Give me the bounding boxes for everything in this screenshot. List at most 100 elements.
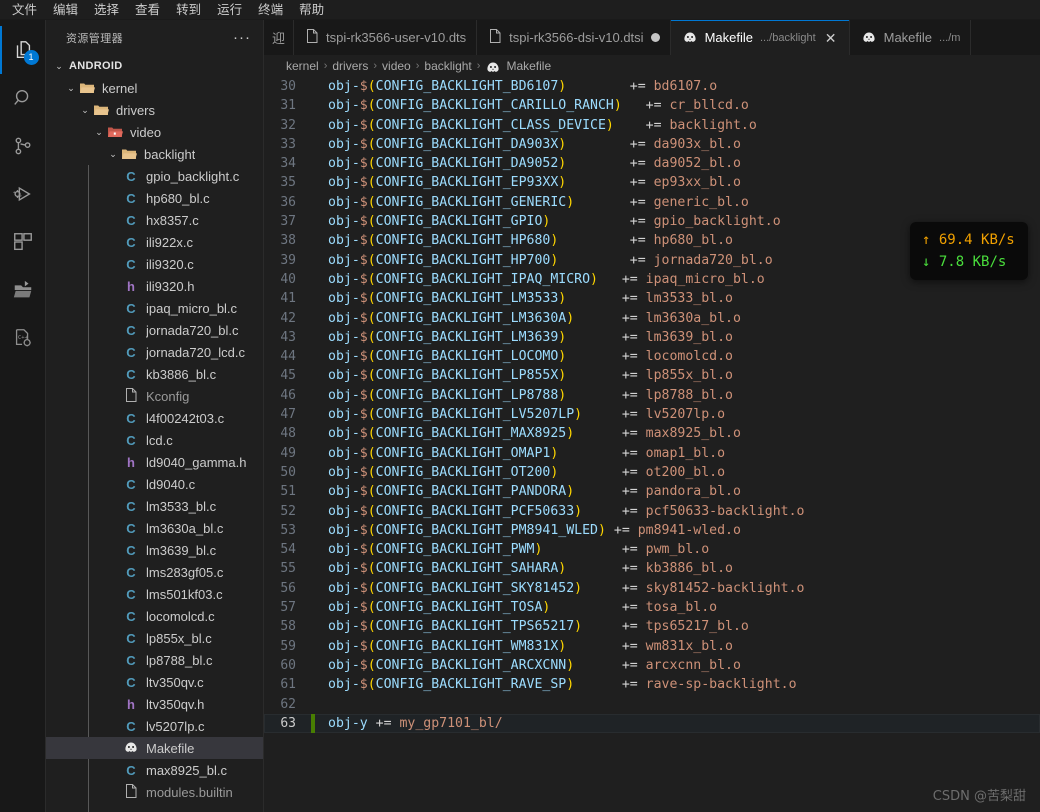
menu-item-2[interactable]: 选择 (86, 0, 127, 20)
menu-item-5[interactable]: 运行 (209, 0, 250, 20)
activitybar-item-source-control[interactable] (0, 122, 46, 170)
code-token: CONFIG_BACKLIGHT_OMAP1 (375, 445, 551, 461)
tree-file-ili922x.c[interactable]: Cili922x.c (46, 231, 263, 253)
breadcrumb-item-kernel[interactable]: kernel (286, 59, 319, 73)
tree-file-kb3886_bl.c[interactable]: Ckb3886_bl.c (46, 363, 263, 385)
tree-file-hp680_bl.c[interactable]: Chp680_bl.c (46, 187, 263, 209)
activitybar-item-explorer[interactable]: 1 (0, 26, 46, 74)
tree-file-l4f00242t03.c[interactable]: Cl4f00242t03.c (46, 407, 263, 429)
menu-item-1[interactable]: 编辑 (45, 0, 86, 20)
tree-file-ld9040_gamma.h[interactable]: h ld9040_gamma.h (46, 451, 263, 473)
tree-file-lms501kf03.c[interactable]: Clms501kf03.c (46, 583, 263, 605)
code-editor[interactable]: 30 obj-$(CONFIG_BACKLIGHT_BD6107) += bd61… (264, 77, 1040, 812)
editor-tab-makefile-backlight[interactable]: Makefile .../backlight ✕ (670, 20, 850, 55)
makefile-icon (485, 59, 501, 74)
breadcrumb-item-Makefile[interactable]: Makefile (506, 59, 551, 73)
tree-file-jornada720_bl.c[interactable]: Cjornada720_bl.c (46, 319, 263, 341)
tree-file-lp855x_bl.c[interactable]: Clp855x_bl.c (46, 627, 263, 649)
menu-item-7[interactable]: 帮助 (291, 0, 332, 20)
breadcrumb-item-backlight[interactable]: backlight (424, 59, 471, 73)
menu-item-3[interactable]: 查看 (127, 0, 168, 20)
code-token: ( (367, 445, 376, 461)
tree-file-lm3639_bl.c[interactable]: Clm3639_bl.c (46, 539, 263, 561)
activitybar-item-run-debug[interactable] (0, 170, 46, 218)
tree-file-ltv350qv.h[interactable]: h ltv350qv.h (46, 693, 263, 715)
code-line-51: 51 obj-$(CONFIG_BACKLIGHT_PANDORA) += pan… (264, 482, 1040, 501)
tree-file-ili9320.h[interactable]: h ili9320.h (46, 275, 263, 297)
editor-tab-tspi-rk3566-user-v10.dts[interactable]: tspi-rk3566-user-v10.dts (294, 20, 478, 55)
explorer-more-actions-button[interactable]: ··· (227, 30, 257, 45)
tree-file-ltv350qv.c[interactable]: Cltv350qv.c (46, 671, 263, 693)
code-token: generic_bl.o (645, 194, 749, 210)
tree-file-lp8788_bl.c[interactable]: Clp8788_bl.c (46, 649, 263, 671)
breadcrumb-item-video[interactable]: video (382, 59, 411, 73)
code-line-text: obj-$(CONFIG_BACKLIGHT_SAHARA) += kb3886… (315, 559, 733, 578)
tree-file-hx8357.c[interactable]: Chx8357.c (46, 209, 263, 231)
activitybar-item-extensions[interactable] (0, 218, 46, 266)
tree-file-label: ili922x.c (146, 234, 193, 250)
tree-file-jornada720_lcd.c[interactable]: Cjornada720_lcd.c (46, 341, 263, 363)
tree-file-lm3630a_bl.c[interactable]: Clm3630a_bl.c (46, 517, 263, 539)
code-token: obj- (328, 542, 360, 558)
menu-item-4[interactable]: 转到 (168, 0, 209, 20)
activitybar-item-remote-explorer[interactable] (0, 266, 46, 314)
tree-file-ld9040.c[interactable]: Cld9040.c (46, 473, 263, 495)
code-line-text: obj-$(CONFIG_BACKLIGHT_MAX8925) += max89… (315, 424, 741, 443)
remote-folder-icon (12, 279, 34, 301)
close-icon[interactable]: ✕ (823, 31, 839, 45)
tree-file-lm3533_bl.c[interactable]: Clm3533_bl.c (46, 495, 263, 517)
code-line-52: 52 obj-$(CONFIG_BACKLIGHT_PCF50633) += pc… (264, 502, 1040, 521)
code-token: kb3886_bl.o (637, 561, 733, 577)
tree-folder-drivers[interactable]: ⌄ drivers (46, 99, 263, 121)
tree-folder-kernel[interactable]: ⌄ kernel (46, 77, 263, 99)
activitybar-item-cpp-config[interactable]: C++ (0, 314, 46, 362)
tree-file-lms283gf05.c[interactable]: Clms283gf05.c (46, 561, 263, 583)
code-token: ( (367, 194, 376, 210)
code-token: obj- (328, 214, 360, 230)
editor-tab-welcome[interactable]: 迎 (264, 20, 294, 55)
tree-file-label: ltv350qv.h (146, 696, 205, 712)
code-token: sky81452-backlight.o (637, 580, 805, 596)
code-line-47: 47 obj-$(CONFIG_BACKLIGHT_LV5207LP) += lv… (264, 405, 1040, 424)
tree-file-Kconfig[interactable]: Kconfig (46, 385, 263, 407)
chevron-down-icon: ⌄ (95, 126, 103, 137)
tree-folder-video[interactable]: ⌄ video (46, 121, 263, 143)
line-number: 42 (280, 310, 296, 326)
tree-folder-backlight[interactable]: ⌄ backlight (46, 143, 263, 165)
c-file-icon: C (126, 256, 136, 272)
tree-file-ili9320.c[interactable]: Cili9320.c (46, 253, 263, 275)
tree-file-modules.builtin[interactable]: modules.builtin (46, 781, 263, 803)
code-line-text: obj-$(CONFIG_BACKLIGHT_LM3639) += lm3639… (315, 328, 733, 347)
tree-file-label: gpio_backlight.c (146, 168, 240, 184)
line-number: 60 (280, 657, 296, 673)
menu-item-0[interactable]: 文件 (4, 0, 45, 20)
unsaved-dot-icon (650, 33, 660, 42)
tree-file-max8925_bl.c[interactable]: Cmax8925_bl.c (46, 759, 263, 781)
activitybar-item-search[interactable] (0, 74, 46, 122)
code-line-30: 30 obj-$(CONFIG_BACKLIGHT_BD6107) += bd61… (264, 77, 1040, 96)
code-token: da903x_bl.o (645, 136, 741, 152)
tree-file-ipaq_micro_bl.c[interactable]: Cipaq_micro_bl.c (46, 297, 263, 319)
line-number: 46 (280, 387, 296, 403)
code-token: obj- (328, 194, 360, 210)
editor-tab-tspi-rk3566-dsi-v10.dtsi[interactable]: tspi-rk3566-dsi-v10.dtsi (477, 20, 671, 55)
editor-tab-makefile-other[interactable]: Makefile .../m (849, 20, 972, 55)
tree-file-locomolcd.c[interactable]: Clocomolcd.c (46, 605, 263, 627)
tree-file-gpio_backlight.c[interactable]: Cgpio_backlight.c (46, 165, 263, 187)
tree-file-Makefile[interactable]: Makefile (46, 737, 263, 759)
code-token: ( (367, 349, 376, 365)
explorer-root-folder-android[interactable]: ⌄ ANDROID (46, 55, 263, 77)
code-line-text: obj-$(CONFIG_BACKLIGHT_PWM) += pwm_bl.o (315, 540, 709, 559)
arrow-up-icon: ↑ (922, 232, 931, 248)
menu-item-6[interactable]: 终端 (250, 0, 291, 20)
tree-file-lv5207lp.c[interactable]: Clv5207lp.c (46, 715, 263, 737)
code-token: CONFIG_BACKLIGHT_OT200 (375, 464, 551, 480)
tree-file-label: hp680_bl.c (146, 190, 210, 206)
code-line-61: 61 obj-$(CONFIG_BACKLIGHT_RAVE_SP) += rav… (264, 675, 1040, 694)
breadcrumb-item-drivers[interactable]: drivers (332, 59, 368, 73)
tree-file-lcd.c[interactable]: Clcd.c (46, 429, 263, 451)
